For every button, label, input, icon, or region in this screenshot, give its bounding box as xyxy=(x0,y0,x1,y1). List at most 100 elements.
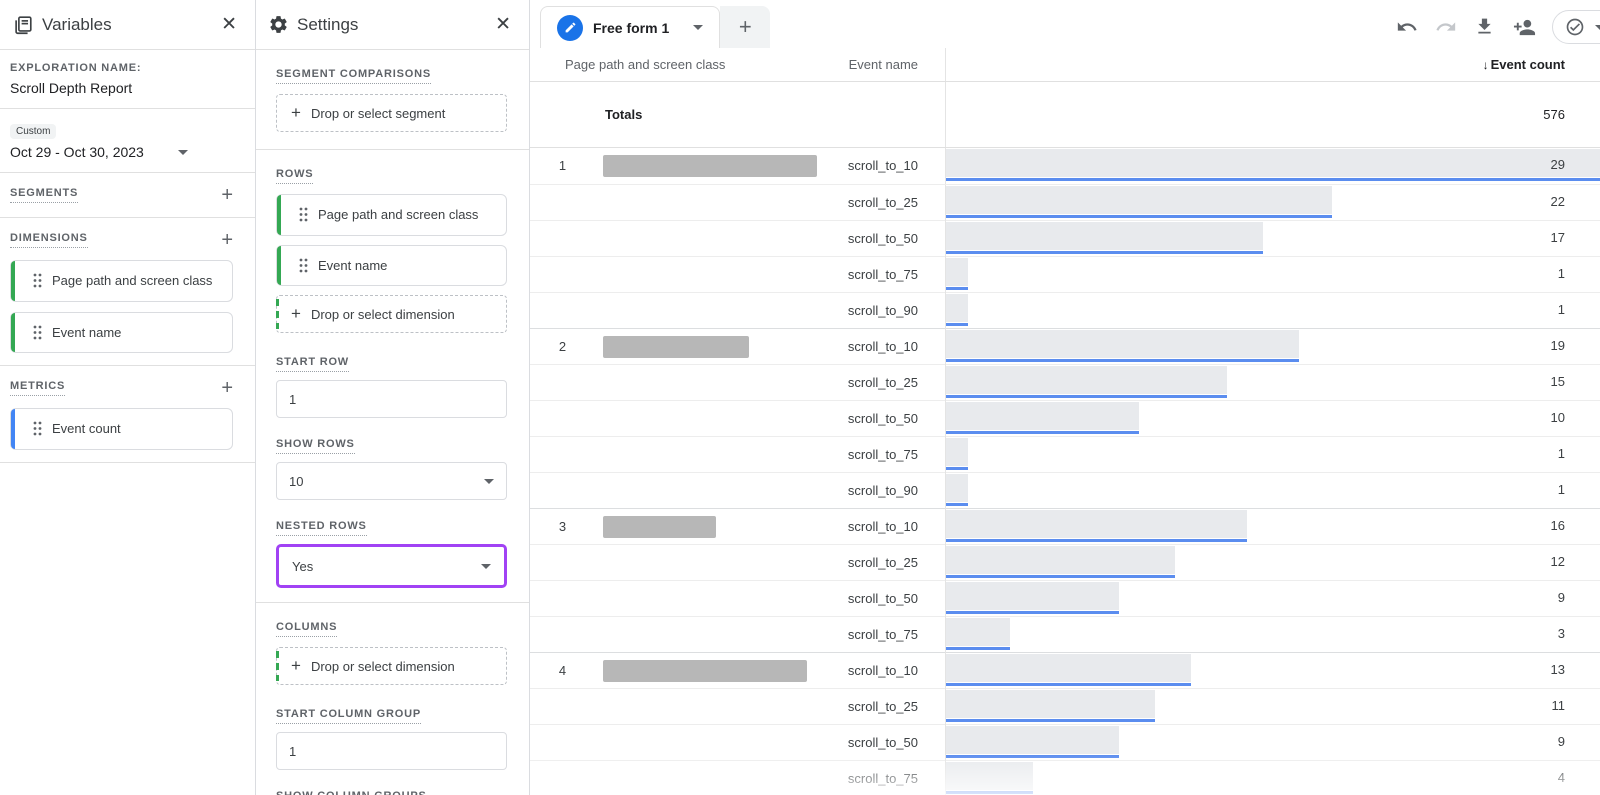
table-row[interactable]: scroll_to_751 xyxy=(530,256,1600,292)
table-row[interactable]: 3scroll_to_1016 xyxy=(530,508,1600,544)
bar-underline xyxy=(946,359,1299,362)
table-row[interactable]: scroll_to_2512 xyxy=(530,544,1600,580)
table-row[interactable]: scroll_to_754 xyxy=(530,760,1600,795)
start-column-group-label: START COLUMN GROUP xyxy=(276,708,421,724)
add-metric-button[interactable]: + xyxy=(221,378,233,398)
segment-comparisons-section: SEGMENT COMPARISONS + Drop or select seg… xyxy=(256,50,529,149)
table-row[interactable]: scroll_to_509 xyxy=(530,580,1600,616)
dimension-chip[interactable]: Event name xyxy=(10,312,233,354)
event-count-value: 13 xyxy=(1551,653,1565,687)
drop-column-dimension-target[interactable]: + Drop or select dimension xyxy=(276,647,507,685)
segments-section: SEGMENTS + xyxy=(0,173,255,218)
table-row[interactable]: scroll_to_509 xyxy=(530,724,1600,760)
dimension-chip-label: Event name xyxy=(52,324,121,342)
bar-underline xyxy=(946,647,1010,650)
page-path-cell xyxy=(595,185,845,221)
exploration-name-value[interactable]: Scroll Depth Report xyxy=(10,80,233,96)
row-number: 1 xyxy=(530,148,595,184)
date-range-selector[interactable]: Oct 29 - Oct 30, 2023 xyxy=(10,144,233,160)
start-row-input[interactable]: 1 xyxy=(276,380,507,418)
table-row[interactable]: scroll_to_2515 xyxy=(530,364,1600,400)
totals-event-count: 576 xyxy=(945,82,1600,147)
column-header-event-count[interactable]: ↓ Event count xyxy=(945,48,1600,81)
chevron-down-icon xyxy=(1595,25,1600,30)
bar-underline xyxy=(946,178,1600,181)
columns-drop-placeholder: Drop or select dimension xyxy=(311,659,455,674)
page-path-cell xyxy=(595,761,845,795)
table-row[interactable]: 2scroll_to_1019 xyxy=(530,328,1600,364)
row-dimension-chip[interactable]: Page path and screen class xyxy=(276,194,507,236)
show-rows-select[interactable]: 10 xyxy=(276,462,507,500)
table-row[interactable]: scroll_to_901 xyxy=(530,472,1600,508)
row-number xyxy=(530,689,595,725)
add-segment-button[interactable]: + xyxy=(221,185,233,205)
plus-icon: + xyxy=(291,304,301,324)
column-header-event-name[interactable]: Event name xyxy=(845,57,945,72)
event-count-value: 1 xyxy=(1558,257,1565,291)
page-path-cell xyxy=(595,329,845,365)
download-icon[interactable] xyxy=(1474,16,1496,38)
dimension-chip[interactable]: Page path and screen class xyxy=(10,260,233,302)
bar-underline xyxy=(946,251,1263,254)
table-row[interactable]: 1scroll_to_1029 xyxy=(530,148,1600,184)
event-count-bar-cell: 1 xyxy=(945,257,1600,293)
variables-close-icon[interactable]: ✕ xyxy=(215,13,243,36)
person-add-icon[interactable] xyxy=(1513,16,1535,38)
event-count-bar xyxy=(946,474,968,502)
settings-close-icon[interactable]: ✕ xyxy=(489,13,517,36)
bar-underline xyxy=(946,755,1119,758)
tab-label: Free form 1 xyxy=(593,20,669,36)
page-path-cell xyxy=(595,617,845,653)
drop-segment-target[interactable]: + Drop or select segment xyxy=(276,94,507,132)
table-row[interactable]: scroll_to_2522 xyxy=(530,184,1600,220)
table-row[interactable]: scroll_to_901 xyxy=(530,292,1600,328)
event-count-bar-cell: 16 xyxy=(945,509,1600,545)
tab-free-form-1[interactable]: Free form 1 xyxy=(540,6,720,48)
table-row[interactable]: scroll_to_5010 xyxy=(530,400,1600,436)
column-header-page-path[interactable]: Page path and screen class xyxy=(530,57,845,72)
segments-label: SEGMENTS xyxy=(10,187,78,203)
row-number xyxy=(530,725,595,761)
drop-dimension-placeholder: Drop or select dimension xyxy=(311,307,455,322)
drop-row-dimension-target[interactable]: + Drop or select dimension xyxy=(276,295,507,333)
event-count-value: 12 xyxy=(1551,545,1565,579)
undo-icon[interactable] xyxy=(1396,16,1418,38)
event-count-value: 19 xyxy=(1551,329,1565,363)
table-row[interactable]: scroll_to_2511 xyxy=(530,688,1600,724)
table-row[interactable]: scroll_to_753 xyxy=(530,616,1600,652)
table-row[interactable]: 4scroll_to_1013 xyxy=(530,652,1600,688)
row-dimension-chip[interactable]: Event name xyxy=(276,245,507,287)
table-header-row: Page path and screen class Event name ↓ … xyxy=(530,48,1600,82)
variables-panel: Variables ✕ EXPLORATION NAME: Scroll Dep… xyxy=(0,0,256,795)
table-row[interactable]: scroll_to_751 xyxy=(530,436,1600,472)
row-dimension-chip-label: Page path and screen class xyxy=(318,206,478,224)
bar-underline xyxy=(946,215,1332,218)
event-name-value: scroll_to_10 xyxy=(845,148,945,184)
date-range-value: Oct 29 - Oct 30, 2023 xyxy=(10,144,144,160)
event-name-value: scroll_to_25 xyxy=(845,689,945,725)
page-path-cell xyxy=(595,257,845,293)
drag-handle-icon xyxy=(299,258,308,273)
start-column-group-input[interactable]: 1 xyxy=(276,732,507,770)
row-number xyxy=(530,437,595,473)
status-menu-button[interactable] xyxy=(1552,10,1600,44)
row-number xyxy=(530,401,595,437)
event-name-value: scroll_to_50 xyxy=(845,221,945,257)
event-count-value: 17 xyxy=(1551,221,1565,255)
table-body: 1scroll_to_1029scroll_to_2522scroll_to_5… xyxy=(530,148,1600,795)
event-name-value: scroll_to_90 xyxy=(845,293,945,329)
add-dimension-button[interactable]: + xyxy=(221,230,233,250)
metric-chip[interactable]: Event count xyxy=(10,408,233,450)
bar-underline xyxy=(946,395,1227,398)
event-count-bar-cell: 3 xyxy=(945,617,1600,653)
event-count-value: 22 xyxy=(1551,185,1565,219)
table-row[interactable]: scroll_to_50 17 xyxy=(530,220,1600,256)
event-count-bar-cell: 22 xyxy=(945,185,1600,221)
variables-cards-icon xyxy=(12,14,34,36)
event-count-bar-cell: 4 xyxy=(945,761,1600,795)
variables-panel-header: Variables ✕ xyxy=(0,0,255,50)
nested-rows-select[interactable]: Yes xyxy=(280,548,503,584)
bar-underline xyxy=(946,683,1191,686)
show-rows-value: 10 xyxy=(289,474,303,489)
add-tab-button[interactable]: + xyxy=(720,6,770,48)
